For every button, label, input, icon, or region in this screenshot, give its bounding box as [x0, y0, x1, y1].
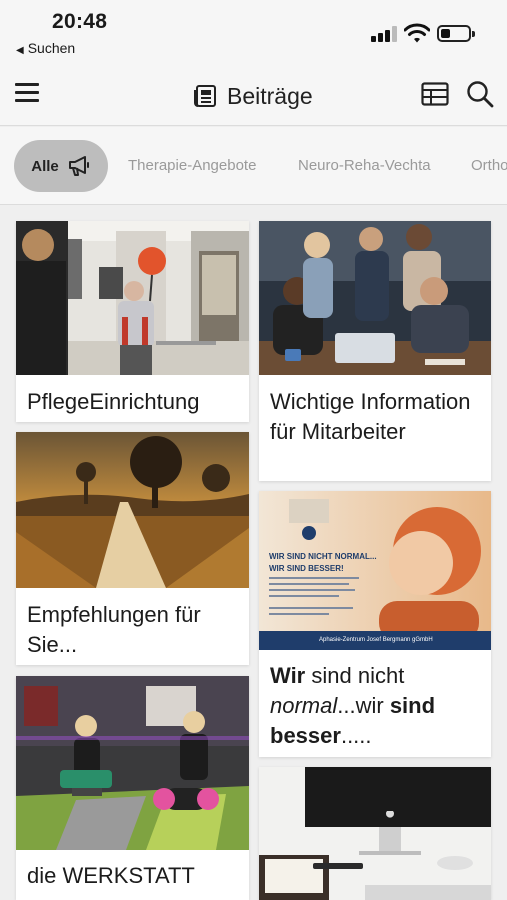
post-title: Empfehlungen für Sie... — [27, 602, 201, 657]
post-card-desk[interactable] — [259, 767, 491, 900]
tab-therapie-angebote[interactable]: Therapie-Angebote — [128, 157, 256, 174]
page-title-group: Beiträge — [193, 81, 313, 111]
post-title: die WERKSTATT — [27, 863, 195, 888]
table-icon[interactable] — [421, 82, 449, 106]
flyer-headline: WIR SIND NICHT NORMAL... — [269, 552, 377, 561]
tab-ortho[interactable]: Ortho — [471, 157, 507, 174]
post-card-die-werkstatt[interactable]: die WERKSTATT — [16, 676, 249, 900]
post-title: Wir sind nicht normal...wir sind besser..… — [270, 663, 436, 748]
top-nav-bar: Beiträge — [0, 66, 507, 126]
back-label: Suchen — [27, 40, 76, 56]
status-bar: 20:48 ◀ Suchen — [0, 0, 507, 66]
post-card-pflegeeinrichtung[interactable]: PflegeEinrichtung — [16, 221, 249, 422]
wifi-icon — [404, 23, 430, 43]
svg-text:WIR SIND BESSER!: WIR SIND BESSER! — [269, 564, 344, 573]
newspaper-icon — [194, 85, 216, 107]
page-title: Beiträge — [227, 82, 313, 109]
post-image — [259, 221, 491, 375]
post-card-empfehlungen[interactable]: Empfehlungen für Sie... — [16, 432, 249, 665]
battery-icon — [437, 25, 475, 42]
back-arrow-icon: ◀ — [16, 45, 24, 56]
post-image — [16, 432, 249, 588]
tab-alle[interactable]: Alle — [14, 140, 108, 192]
post-image: WIR SIND NICHT NORMAL... WIR SIND BESSER… — [259, 491, 491, 650]
hamburger-icon[interactable] — [15, 83, 39, 103]
category-tab-bar: Alle Therapie-Angebote Neuro-Reha-Vechta… — [0, 127, 507, 205]
cellular-signal-icon — [371, 26, 397, 42]
megaphone-icon — [68, 156, 89, 176]
tab-neuro-reha-vechta[interactable]: Neuro-Reha-Vechta — [298, 157, 431, 174]
post-card-wir-sind-besser[interactable]: WIR SIND NICHT NORMAL... WIR SIND BESSER… — [259, 491, 491, 757]
flyer-footer: Aphasie-Zentrum Josef Bergmann gGmbH — [319, 637, 433, 643]
post-title: PflegeEinrichtung — [27, 389, 200, 414]
post-card-wichtige-information[interactable]: Wichtige Information für Mitarbeiter — [259, 221, 491, 481]
post-image — [16, 676, 249, 850]
post-image — [16, 221, 249, 375]
search-icon[interactable] — [466, 80, 494, 108]
post-title: Wichtige Information für Mitarbeiter — [270, 389, 471, 444]
tab-label: Alle — [31, 157, 59, 175]
clock: 20:48 — [52, 10, 108, 33]
post-image — [259, 767, 491, 900]
back-to-search-link[interactable]: ◀ Suchen — [16, 40, 75, 56]
